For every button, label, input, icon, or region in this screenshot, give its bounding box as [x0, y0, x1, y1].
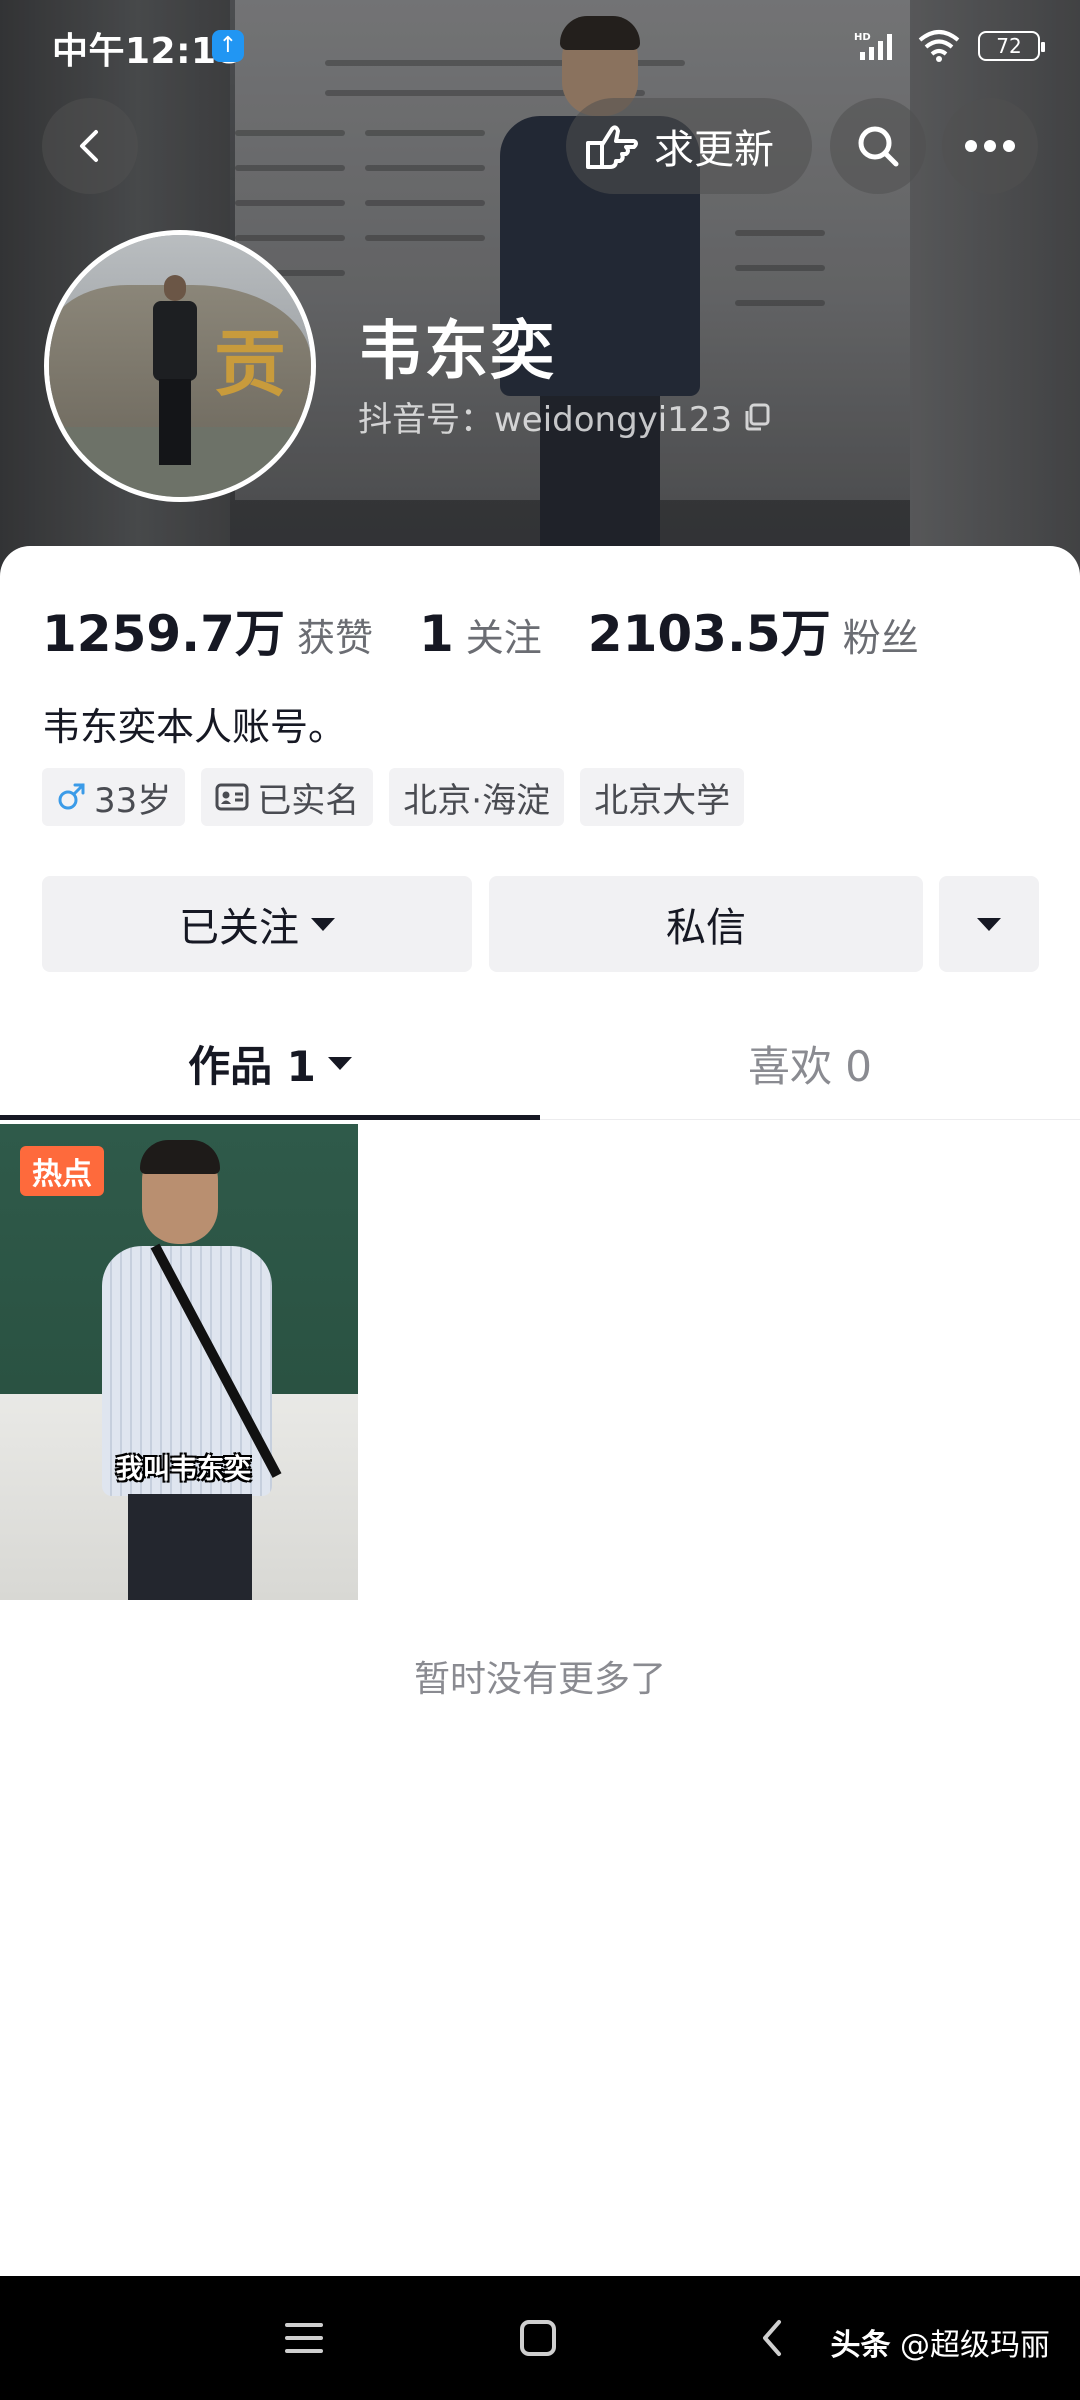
back-button[interactable] [42, 98, 138, 194]
nav-home-button[interactable] [512, 2312, 564, 2364]
hot-badge: 热点 [20, 1146, 104, 1196]
likes-count: 1259.7万 [42, 605, 285, 663]
male-icon [58, 783, 85, 810]
battery-icon: 72 [978, 31, 1045, 61]
message-button-label: 私信 [666, 905, 746, 951]
tag-location-label: 北京·海淀 [403, 780, 551, 821]
tag-age: 33岁 [42, 768, 186, 826]
request-update-button[interactable]: 求更新 [566, 98, 812, 194]
profile-bio: 韦东奕本人账号。 [42, 705, 347, 749]
following-button-label: 已关注 [179, 905, 299, 951]
signal-icon: HD [854, 32, 892, 60]
chevron-left-icon [80, 130, 98, 162]
douyin-id[interactable]: 抖音号：weidongyi123 [358, 392, 772, 441]
profile-tags: 33岁 已实名 北京·海淀 北京大学 [42, 768, 745, 826]
douyin-id-text: 抖音号：weidongyi123 [358, 400, 733, 440]
caret-down-icon [327, 1056, 352, 1070]
nav-back-button[interactable] [746, 2312, 798, 2364]
tab-works-label: 作品 1 [188, 1041, 316, 1091]
hand-point-icon [586, 125, 638, 169]
tab-works[interactable]: 作品 1 [0, 1006, 540, 1120]
more-button[interactable] [942, 98, 1038, 194]
no-more-text: 暂时没有更多了 [413, 1659, 666, 1700]
more-dots-icon [965, 140, 1015, 152]
watermark-handle: @超级玛丽 [900, 2328, 1050, 2363]
watermark-prefix: 头条 [830, 2328, 891, 2363]
followers-count[interactable]: 2103.5万 [588, 594, 831, 666]
active-tab-indicator [0, 1115, 540, 1120]
tag-age-label: 33岁 [94, 780, 172, 821]
notification-icon: ↑ [212, 30, 244, 62]
copy-icon[interactable] [742, 402, 772, 432]
tag-school[interactable]: 北京大学 [580, 768, 745, 826]
status-bar: 中午12:18 ↑ HD 72 [0, 0, 1080, 90]
wifi-icon [918, 30, 960, 62]
menu-icon [285, 2323, 323, 2353]
profile-page: 中午12:18 ↑ HD 72 求更新 贡 韦东奕 抖音号：weidongyi1… [0, 0, 1080, 2400]
likes-label: 获赞 [296, 616, 373, 660]
home-square-icon [520, 2320, 556, 2356]
expand-recommend-button[interactable] [939, 876, 1039, 972]
request-update-label: 求更新 [654, 127, 774, 173]
profile-stats: 1259.7万 获赞 1 关注 2103.5万 粉丝 [42, 594, 965, 666]
following-count[interactable]: 1 [419, 605, 454, 663]
caret-down-icon [311, 917, 335, 931]
following-button[interactable]: 已关注 [42, 876, 472, 972]
nav-back-icon [763, 2320, 781, 2356]
profile-tabs: 作品 1 喜欢 0 [0, 1006, 1080, 1120]
avatar[interactable]: 贡 [44, 230, 316, 502]
tag-location: 北京·海淀 [389, 768, 565, 826]
message-button[interactable]: 私信 [489, 876, 923, 972]
search-icon [858, 126, 899, 167]
tag-verified: 已实名 [201, 768, 374, 826]
video-caption: 我叫韦东奕 [116, 1454, 251, 1485]
tab-likes-label: 喜欢 0 [747, 1041, 873, 1091]
system-nav-bar: 头条 @超级玛丽 [0, 2276, 1080, 2400]
id-card-icon [215, 783, 249, 811]
tag-school-label: 北京大学 [594, 780, 731, 821]
svg-text:HD: HD [854, 32, 871, 43]
tag-verified-label: 已实名 [257, 780, 360, 821]
profile-card: 1259.7万 获赞 1 关注 2103.5万 粉丝 韦东奕本人账号。 33岁 [0, 546, 1080, 2276]
profile-actions: 已关注 私信 [42, 876, 1039, 972]
search-button[interactable] [830, 98, 926, 194]
video-thumbnail[interactable]: 热点 我叫韦东奕 [0, 1124, 358, 1600]
followers-label[interactable]: 粉丝 [843, 607, 919, 662]
caret-down-icon [977, 917, 1001, 931]
watermark: 头条 @超级玛丽 [830, 2320, 1050, 2364]
nav-menu-button[interactable] [278, 2312, 330, 2364]
tab-likes[interactable]: 喜欢 0 [540, 1006, 1080, 1120]
profile-name: 韦东奕 [358, 315, 556, 389]
following-label[interactable]: 关注 [466, 607, 542, 662]
